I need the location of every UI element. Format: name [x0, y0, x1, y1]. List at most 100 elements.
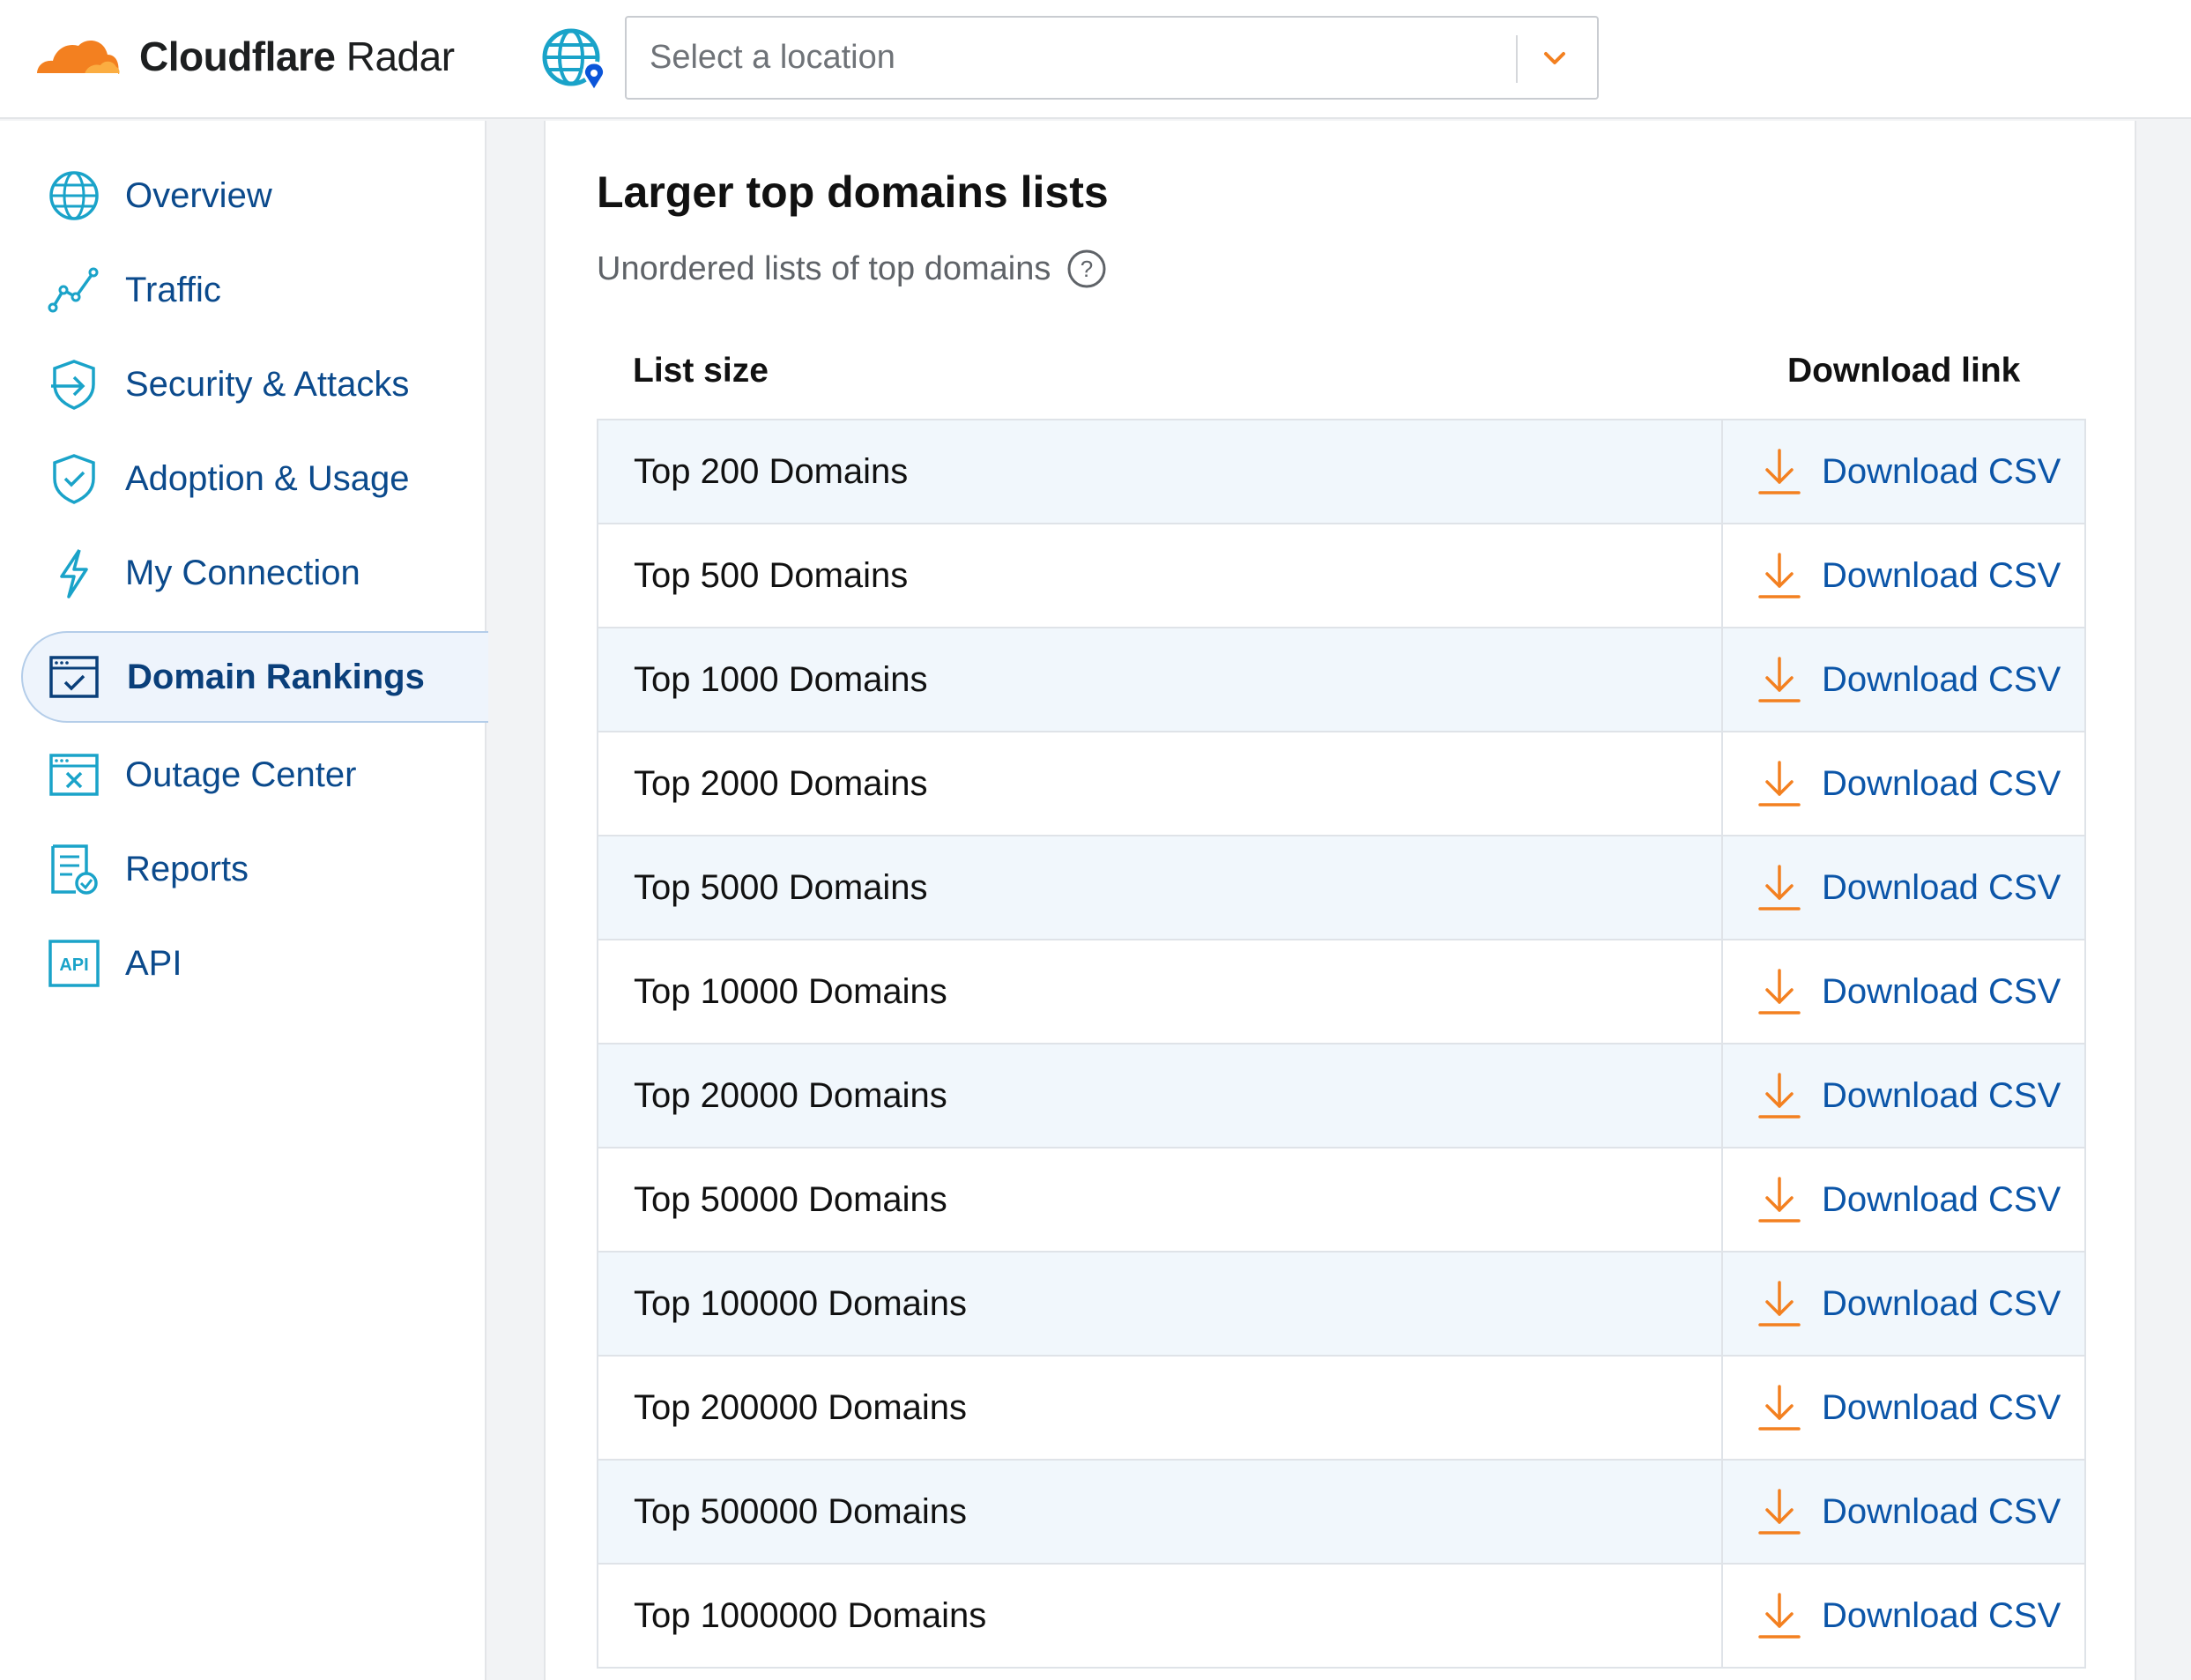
download-csv-link[interactable]: Download CSV: [1757, 1069, 2061, 1122]
table-row: Top 500 Domains Download CSV: [598, 524, 2084, 628]
download-csv-label: Download CSV: [1822, 1283, 2061, 1323]
sidebar-item-label: Traffic: [125, 271, 221, 309]
table-row: Top 50000 Domains Download CSV: [598, 1148, 2084, 1253]
column-divider: [1721, 1565, 1723, 1667]
globe-grid-icon: [49, 171, 99, 220]
download-icon: [1758, 761, 1801, 807]
sidebar-item-outage-center[interactable]: Outage Center: [21, 729, 488, 821]
chevron-down-icon[interactable]: [1541, 44, 1569, 72]
card-subtitle-row: Unordered lists of top domains ?: [597, 249, 1107, 289]
report-check-icon: [51, 844, 98, 895]
download-csv-label: Download CSV: [1822, 867, 2061, 907]
table-row: Top 1000 Domains Download CSV: [598, 628, 2084, 732]
download-csv-link[interactable]: Download CSV: [1757, 445, 2061, 498]
download-csv-label: Download CSV: [1822, 451, 2061, 491]
top-header: Cloudflare Radar Select a location: [0, 0, 2191, 119]
download-csv-link[interactable]: Download CSV: [1757, 653, 2061, 706]
browser-check-icon: [49, 656, 99, 698]
download-csv-link[interactable]: Download CSV: [1757, 965, 2061, 1018]
select-separator: [1516, 35, 1518, 83]
svg-text:API: API: [59, 955, 88, 975]
sidebar-item-security-attacks[interactable]: Security & Attacks: [21, 338, 488, 430]
sidebar-item-api[interactable]: API API: [21, 918, 488, 1009]
list-size-cell: Top 200 Domains: [634, 452, 909, 491]
download-icon: [1758, 969, 1801, 1015]
download-icon: [1758, 865, 1801, 911]
sidebar-nav: Overview Traffic Security & Attacks Adop…: [0, 121, 488, 1680]
sidebar-item-reports[interactable]: Reports: [21, 823, 488, 915]
sidebar-item-label: Overview: [125, 176, 272, 215]
top-domains-card: Larger top domains lists Unordered lists…: [544, 121, 2136, 1680]
list-size-cell: Top 10000 Domains: [634, 972, 947, 1011]
list-size-cell: Top 50000 Domains: [634, 1180, 947, 1219]
cloudflare-cloud-icon: [35, 41, 120, 76]
sidebar-item-my-connection[interactable]: My Connection: [21, 527, 488, 619]
location-placeholder: Select a location: [650, 39, 895, 76]
column-divider: [1721, 1148, 1723, 1251]
sidebar-item-label: Security & Attacks: [125, 365, 410, 404]
table-row: Top 100000 Domains Download CSV: [598, 1253, 2084, 1357]
column-divider: [1721, 940, 1723, 1043]
column-divider: [1721, 420, 1723, 523]
sidebar-item-label: Adoption & Usage: [125, 459, 410, 498]
list-size-cell: Top 100000 Domains: [634, 1284, 968, 1323]
table-row: Top 10000 Domains Download CSV: [598, 940, 2084, 1044]
list-size-cell: Top 500 Domains: [634, 556, 909, 595]
column-divider: [1721, 524, 1723, 627]
download-icon: [1758, 1385, 1801, 1431]
download-icon: [1758, 1281, 1801, 1327]
table-row: Top 5000 Domains Download CSV: [598, 836, 2084, 940]
download-icon: [1758, 1489, 1801, 1535]
table-row: Top 500000 Domains Download CSV: [598, 1461, 2084, 1565]
column-divider: [1721, 1357, 1723, 1459]
column-divider: [1721, 1461, 1723, 1563]
list-size-cell: Top 1000000 Domains: [634, 1596, 987, 1635]
column-header-download-link: Download link: [1787, 352, 2021, 390]
location-select[interactable]: Select a location: [625, 16, 1599, 100]
download-icon: [1758, 1593, 1801, 1639]
table-row: Top 1000000 Domains Download CSV: [598, 1565, 2084, 1669]
table-row: Top 200000 Domains Download CSV: [598, 1357, 2084, 1461]
column-divider: [1721, 1044, 1723, 1147]
download-csv-link[interactable]: Download CSV: [1757, 1277, 2061, 1330]
svg-text:?: ?: [1081, 256, 1093, 282]
domains-table: Top 200 Domains Download CSV Top 500 Dom…: [597, 419, 2086, 1669]
table-row: Top 2000 Domains Download CSV: [598, 732, 2084, 836]
sidebar-item-label: Domain Rankings: [127, 658, 425, 696]
list-size-cell: Top 200000 Domains: [634, 1388, 968, 1427]
download-csv-link[interactable]: Download CSV: [1757, 1589, 2061, 1642]
api-icon: API: [48, 940, 100, 987]
download-csv-link[interactable]: Download CSV: [1757, 861, 2061, 914]
location-globe-icon: [542, 28, 606, 93]
browser-x-icon: [49, 754, 99, 796]
download-csv-link[interactable]: Download CSV: [1757, 1381, 2061, 1434]
download-csv-label: Download CSV: [1822, 1179, 2061, 1219]
help-icon[interactable]: ?: [1066, 249, 1107, 289]
table-row: Top 200 Domains Download CSV: [598, 420, 2084, 524]
card-title: Larger top domains lists: [597, 167, 1109, 217]
download-icon: [1758, 553, 1801, 598]
column-divider: [1721, 732, 1723, 835]
download-csv-label: Download CSV: [1822, 1075, 2061, 1115]
card-subtitle: Unordered lists of top domains: [597, 249, 1051, 287]
sidebar-item-adoption-usage[interactable]: Adoption & Usage: [21, 433, 488, 524]
sidebar-item-traffic[interactable]: Traffic: [21, 244, 488, 336]
sidebar-item-overview[interactable]: Overview: [21, 150, 488, 242]
download-csv-label: Download CSV: [1822, 659, 2061, 699]
download-icon: [1758, 657, 1801, 702]
download-csv-link[interactable]: Download CSV: [1757, 549, 2061, 602]
column-divider: [1721, 836, 1723, 939]
list-size-cell: Top 1000 Domains: [634, 660, 928, 699]
brand-name: Cloudflare: [139, 33, 336, 79]
download-csv-link[interactable]: Download CSV: [1757, 757, 2061, 810]
download-csv-link[interactable]: Download CSV: [1757, 1485, 2061, 1538]
download-icon: [1758, 449, 1801, 494]
list-size-cell: Top 5000 Domains: [634, 868, 928, 907]
download-csv-label: Download CSV: [1822, 1595, 2061, 1635]
download-csv-label: Download CSV: [1822, 971, 2061, 1011]
cloudflare-radar-logo[interactable]: Cloudflare Radar: [30, 30, 455, 83]
download-icon: [1758, 1073, 1801, 1119]
download-csv-link[interactable]: Download CSV: [1757, 1173, 2061, 1226]
download-csv-label: Download CSV: [1822, 1387, 2061, 1427]
sidebar-item-domain-rankings[interactable]: Domain Rankings: [21, 631, 488, 723]
